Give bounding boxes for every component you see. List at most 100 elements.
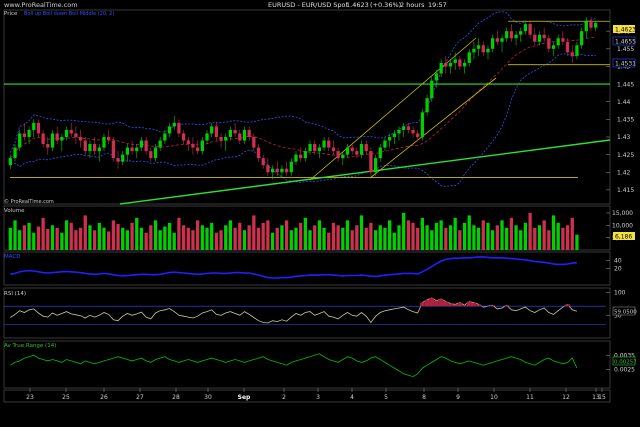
candle-body: [233, 129, 237, 134]
volume-bar: [308, 230, 312, 250]
candle-body: [270, 168, 275, 173]
candle-body: [299, 154, 303, 159]
x-tick-label: 8: [422, 394, 426, 401]
volume-bar: [102, 227, 106, 250]
price-y-tick-label: 1.43: [617, 134, 631, 141]
candle-body: [289, 161, 293, 173]
candle-body: [434, 73, 439, 81]
volume-bar: [196, 220, 200, 250]
candle-body: [444, 62, 448, 67]
candle-body: [228, 129, 233, 137]
volume-bar: [331, 222, 336, 250]
volume-bar: [280, 225, 284, 250]
atr-tag: 0.00257: [614, 360, 637, 366]
candle-body: [430, 80, 434, 99]
x-tick-label: 4: [350, 394, 354, 401]
candle-body: [462, 62, 467, 67]
candle-body: [547, 38, 551, 49]
volume-bar: [420, 217, 425, 250]
volume-bar: [565, 225, 570, 250]
candle-body: [107, 136, 111, 141]
macd-panel-label: MACD: [4, 254, 21, 260]
candle-body: [238, 133, 242, 141]
rsi-overbought-fill: [420, 302, 425, 307]
candle-body: [205, 133, 209, 141]
volume-bar: [425, 225, 429, 250]
candle-body: [355, 151, 359, 155]
volume-bar: [444, 227, 448, 250]
candle-body: [186, 140, 190, 145]
volume-bar: [355, 225, 359, 250]
chart-background: [0, 0, 640, 427]
candle-body: [191, 144, 195, 148]
rsi-overbought-fill: [490, 305, 495, 307]
candle-body: [102, 136, 106, 148]
volume-bar: [369, 222, 373, 250]
volume-bar: [299, 222, 303, 250]
candle-body: [92, 144, 97, 152]
volume-bar: [495, 225, 499, 250]
candle-body: [41, 133, 45, 145]
volume-bar: [130, 222, 134, 250]
candle-body: [519, 31, 523, 35]
volume-bar: [107, 231, 111, 250]
candle-body: [345, 147, 350, 155]
rsi-overbought-fill: [429, 298, 435, 307]
candle-body: [420, 112, 425, 137]
candle-body: [275, 168, 279, 173]
candle-body: [565, 41, 570, 53]
volume-bar: [491, 230, 495, 250]
candle-body: [317, 147, 322, 152]
candle-body: [387, 136, 392, 141]
volume-bar: [252, 215, 256, 250]
volume-bar: [303, 217, 307, 250]
band-low-tag: 1.4531: [615, 61, 636, 68]
volume-bar: [22, 225, 27, 250]
volume-bar: [36, 226, 41, 250]
candle-body: [476, 45, 481, 49]
atr-panel-label: Av True Range (14): [4, 343, 56, 349]
candle-body: [556, 38, 560, 46]
volume-bar: [210, 222, 214, 250]
price-y-tick-label: 1.415: [617, 187, 634, 194]
volume-y-tick-label: 15,000: [612, 210, 633, 217]
volume-bar: [294, 227, 298, 250]
volume-bar: [191, 230, 195, 250]
volume-bar: [13, 220, 17, 250]
chart-canvas: www.ProRealTime.com EURUSD - EUR/USD Spo…: [0, 0, 640, 427]
candle-body: [50, 133, 55, 148]
volume-bar: [266, 220, 270, 250]
x-tick-label: 30: [204, 394, 212, 401]
volume-bar: [575, 234, 579, 250]
price-panel-label: Price: [4, 11, 18, 17]
volume-bar: [139, 227, 144, 250]
candle-body: [561, 38, 565, 42]
atr-y-tick-label: 0.0025: [614, 367, 635, 374]
volume-bar: [69, 222, 73, 250]
volume-bar: [163, 226, 167, 250]
volume-bar: [97, 222, 101, 250]
x-tick-label: 3: [316, 394, 320, 401]
x-tick-label: 15: [598, 394, 606, 401]
candle-body: [406, 126, 410, 130]
volume-bar: [233, 227, 237, 250]
timeframe: 2 hours: [400, 1, 425, 9]
volume-bar: [519, 230, 523, 250]
rsi-overbought-fill: [443, 301, 449, 307]
volume-bar: [92, 230, 97, 250]
rsi-overbought-fill: [438, 298, 444, 307]
volume-bar: [551, 215, 556, 250]
candle-body: [55, 133, 59, 141]
candle-body: [594, 23, 598, 28]
rsi-overbought-fill: [504, 305, 510, 307]
candle-body: [219, 136, 223, 141]
volume-bar: [561, 227, 565, 250]
candle-body: [575, 45, 579, 56]
candle-body: [472, 48, 476, 53]
candle-body: [144, 140, 148, 152]
candle-body: [528, 24, 532, 35]
band-up-tag: 1.4655: [615, 39, 636, 46]
x-tick-label: 9: [456, 394, 460, 401]
candle-body: [8, 158, 12, 166]
candle-body: [505, 31, 509, 39]
